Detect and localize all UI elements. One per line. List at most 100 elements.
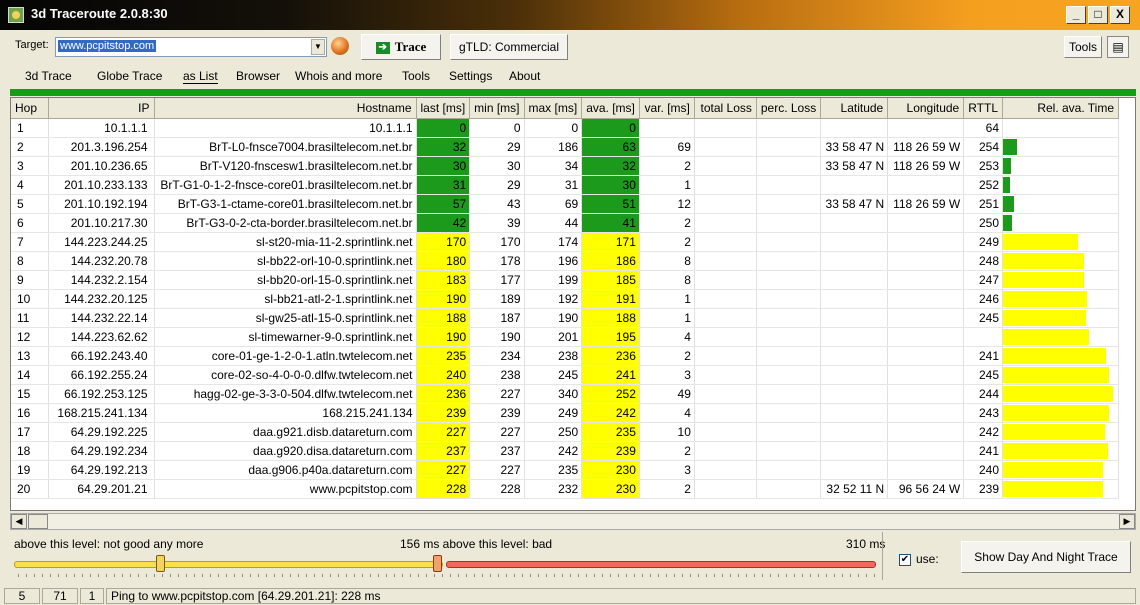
title-bar[interactable]: 3d Traceroute 2.0.8:30 _ □ X [0, 0, 1140, 30]
good-threshold-track[interactable] [14, 561, 443, 568]
longitude-cell [887, 365, 965, 385]
table-row[interactable]: 16 168.215.241.134 168.215.241.134 239 239 24… [11, 403, 1120, 423]
use-checkbox[interactable]: ✔ [899, 554, 911, 566]
hostname-cell: sl-bb21-atl-2-1.sprintlink.net [154, 289, 417, 309]
status-field-1: 5 [4, 588, 40, 604]
ava-cell: 230 [581, 460, 640, 480]
var-cell: 2 [639, 441, 695, 461]
trace-button[interactable]: ➔ Trace [361, 34, 441, 60]
ava-cell: 252 [581, 384, 640, 404]
table-row[interactable]: 1 10.1.1.1 10.1.1.1 0 0 0 0 64 [11, 118, 1120, 138]
perc-loss-cell [756, 232, 822, 252]
last-cell: 183 [416, 270, 471, 290]
tools-button[interactable]: Tools [1064, 36, 1102, 58]
var-cell: 12 [639, 194, 695, 214]
table-row[interactable]: 7 144.223.244.25 sl-st20-mia-11-2.sprintli… [11, 232, 1120, 252]
tab-tools[interactable]: Tools [402, 69, 430, 83]
longitude-cell [887, 270, 965, 290]
scroll-right-icon[interactable]: ▶ [1119, 514, 1135, 529]
table-row[interactable]: 15 66.192.253.125 hagg-02-ge-3-3-0-504.dlf… [11, 384, 1120, 404]
table-row[interactable]: 17 64.29.192.225 daa.g921.disb.datareturn.… [11, 422, 1120, 442]
table-row[interactable]: 14 66.192.255.24 core-02-so-4-0-0-0.dlfw.t… [11, 365, 1120, 385]
max-cell: 174 [524, 232, 583, 252]
table-row[interactable]: 12 144.223.62.62 sl-timewarner-9-0.sprintl… [11, 327, 1120, 347]
minimize-button[interactable]: _ [1066, 6, 1086, 24]
bad-threshold-slider[interactable] [433, 555, 442, 572]
column-header[interactable]: var. [ms] [639, 98, 695, 119]
column-header[interactable]: Longitude [887, 98, 965, 119]
column-header[interactable]: Hostname [154, 98, 417, 119]
table-row[interactable]: 6 201.10.217.30 BrT-G3-0-2-cta-border.bras… [11, 213, 1120, 233]
hops-table[interactable]: Hop IP Hostname last [ms] min [ms] max [… [10, 97, 1136, 511]
table-row[interactable]: 18 64.29.192.234 daa.g920.disa.datareturn.… [11, 441, 1120, 461]
var-cell: 10 [639, 422, 695, 442]
ip-cell: 144.232.22.14 [48, 308, 155, 328]
globe-icon[interactable] [331, 37, 349, 55]
scroll-thumb[interactable] [28, 514, 48, 529]
column-header[interactable]: last [ms] [416, 98, 471, 119]
bad-threshold-track[interactable] [446, 561, 876, 568]
hop-cell: 16 [11, 403, 49, 423]
rttl-cell: 240 [963, 460, 1004, 480]
rel-time-bar [1003, 424, 1106, 440]
chevron-down-icon[interactable]: ▼ [311, 39, 325, 55]
min-cell: 178 [469, 251, 525, 271]
last-cell: 240 [416, 365, 471, 385]
var-cell: 69 [639, 137, 695, 157]
target-input[interactable]: www.pcpitstop.com [58, 40, 157, 52]
max-cell: 192 [524, 289, 583, 309]
column-header[interactable]: IP [48, 98, 155, 119]
good-threshold-slider[interactable] [156, 555, 165, 572]
table-row[interactable]: 2 201.3.196.254 BrT-L0-fnsce7004.brasiltel… [11, 137, 1120, 157]
tab-globe-trace[interactable]: Globe Trace [97, 69, 162, 83]
ava-cell: 195 [581, 327, 640, 347]
target-combobox[interactable]: www.pcpitstop.com ▼ [55, 37, 327, 57]
table-row[interactable]: 19 64.29.192.213 daa.g906.p40a.datareturn.… [11, 460, 1120, 480]
table-row[interactable]: 4 201.10.233.133 BrT-G1-0-1-2-fnsce-core01… [11, 175, 1120, 195]
tab-browser[interactable]: Browser [236, 69, 280, 83]
min-cell: 43 [469, 194, 525, 214]
column-header[interactable]: RTTL [963, 98, 1004, 119]
column-header[interactable]: ava. [ms] [581, 98, 640, 119]
column-header[interactable]: min [ms] [469, 98, 525, 119]
table-row[interactable]: 9 144.232.2.154 sl-bb20-orl-15-0.sprintlin… [11, 270, 1120, 290]
column-header[interactable]: Latitude [820, 98, 889, 119]
notepad-icon[interactable]: ▤ [1107, 36, 1129, 58]
longitude-cell [887, 460, 965, 480]
tab-as-list[interactable]: as List [183, 69, 218, 84]
hostname-cell: sl-gw25-atl-15-0.sprintlink.net [154, 308, 417, 328]
table-row[interactable]: 8 144.232.20.78 sl-bb22-orl-10-0.sprintlin… [11, 251, 1120, 271]
show-day-night-button[interactable]: Show Day And Night Trace [961, 541, 1131, 573]
table-row[interactable]: 5 201.10.192.194 BrT-G3-1-ctame-core01.bra… [11, 194, 1120, 214]
rel-time-bar [1003, 443, 1109, 459]
rel-time-cell [1002, 403, 1120, 423]
gtld-button[interactable]: gTLD: Commercial [450, 34, 568, 60]
maximize-button[interactable]: □ [1088, 6, 1108, 24]
table-row[interactable]: 10 144.232.20.125 sl-bb21-atl-2-1.sprintli… [11, 289, 1120, 309]
hostname-cell: www.pcpitstop.com [154, 479, 417, 499]
tab-about[interactable]: About [509, 69, 540, 83]
hostname-cell: daa.g906.p40a.datareturn.com [154, 460, 417, 480]
column-header[interactable]: Hop [11, 98, 49, 119]
tab-3d-trace[interactable]: 3d Trace [25, 69, 72, 83]
bad-threshold-label: 156 ms above this level: bad [400, 537, 553, 551]
last-cell: 239 [416, 403, 471, 423]
ava-cell: 188 [581, 308, 640, 328]
table-row[interactable]: 3 201.10.236.65 BrT-V120-fnscesw1.brasilte… [11, 156, 1120, 176]
column-header[interactable]: Rel. ava. Time [1002, 98, 1120, 119]
rel-time-cell [1002, 460, 1120, 480]
tab-settings[interactable]: Settings [449, 69, 492, 83]
table-row[interactable]: 20 64.29.201.21 www.pcpitstop.com 228 228 232… [11, 479, 1120, 499]
ava-cell: 51 [581, 194, 640, 214]
last-cell: 30 [416, 156, 471, 176]
tab-whois[interactable]: Whois and more [295, 69, 382, 83]
close-button[interactable]: X [1110, 6, 1130, 24]
table-row[interactable]: 11 144.232.22.14 sl-gw25-atl-15-0.sprintli… [11, 308, 1120, 328]
horizontal-scrollbar[interactable]: ◀ ▶ [10, 513, 1136, 530]
var-cell: 4 [639, 403, 695, 423]
column-header[interactable]: max [ms] [524, 98, 583, 119]
table-row[interactable]: 13 66.192.243.40 core-01-ge-1-2-0-1.atln.t… [11, 346, 1120, 366]
column-header[interactable]: perc. Loss [756, 98, 822, 119]
scroll-left-icon[interactable]: ◀ [11, 514, 27, 529]
column-header[interactable]: total Loss [694, 98, 757, 119]
